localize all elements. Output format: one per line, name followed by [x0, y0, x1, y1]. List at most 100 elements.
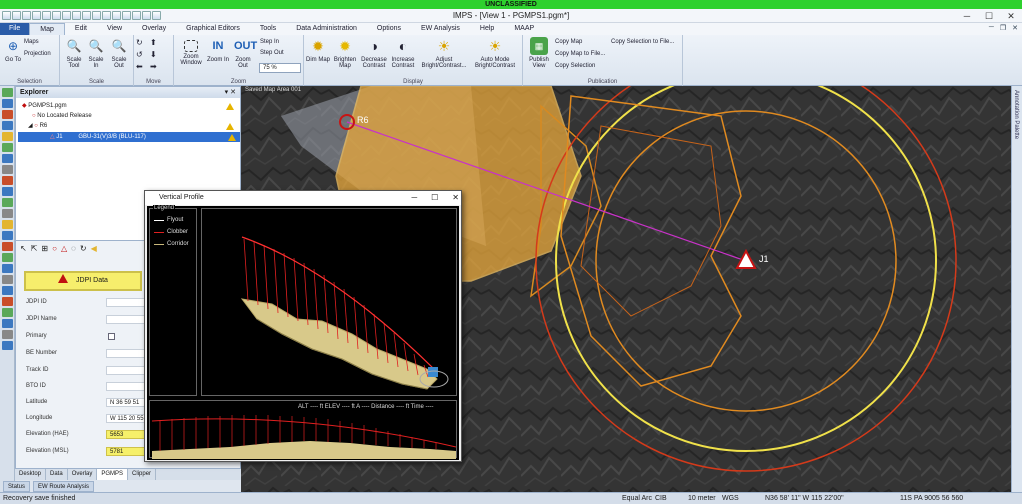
pan-up-icon[interactable]: ⬆ — [150, 38, 157, 47]
tab-overlay[interactable]: Overlay — [132, 23, 176, 35]
refresh-tool-icon[interactable]: ↻ — [80, 244, 87, 254]
grid-tool-icon[interactable] — [2, 99, 13, 108]
overlay-tool-icon[interactable] — [2, 264, 13, 273]
vp-close-button[interactable]: ✕ — [452, 191, 459, 205]
select-tool-icon[interactable]: ⇱ — [31, 244, 38, 254]
rotate-icon[interactable]: ↻ — [136, 38, 143, 47]
zoom-in-button[interactable]: IN Zoom In — [207, 37, 229, 63]
tree-item-r6[interactable]: ◢ ○ R6 — [28, 121, 238, 131]
pan-right-icon[interactable]: ➡ — [150, 62, 157, 71]
target-tool-icon[interactable] — [2, 187, 13, 196]
threat-tool-icon[interactable] — [2, 132, 13, 141]
zoom-level-select[interactable]: 75 % — [259, 63, 301, 73]
expand-icon[interactable]: ◢ — [28, 123, 33, 129]
mdi-restore-button[interactable]: ❐ — [1000, 24, 1006, 32]
tab-tools[interactable]: Tools — [250, 23, 286, 35]
tree-item-pgmps1[interactable]: ◆ PGMPS1.pgm — [22, 101, 238, 111]
check-tool-icon[interactable] — [2, 308, 13, 317]
adjust-bright-contrast-button[interactable]: ☀ Adjust Bright/Contrast... — [420, 37, 468, 69]
add-tool-icon[interactable]: ⊞ — [41, 244, 48, 254]
tab-ew-route-analysis[interactable]: EW Route Analysis — [33, 481, 95, 492]
pointer-tool-icon[interactable]: ↖ — [20, 244, 27, 254]
tab-desktop[interactable]: Desktop — [15, 469, 47, 480]
profile-3d-view[interactable] — [201, 208, 457, 396]
tree-item-j1[interactable]: △ J1 GBU-31(V)3/B (BLU-117) — [18, 132, 240, 142]
stop-tool-icon[interactable] — [2, 297, 13, 306]
settings-tool-icon[interactable] — [2, 275, 13, 284]
maps-button[interactable]: Maps — [24, 39, 39, 45]
export-tool-icon[interactable] — [2, 330, 13, 339]
decrease-contrast-button[interactable]: ◑ Decrease Contrast — [359, 37, 389, 69]
tab-status[interactable]: Status — [3, 481, 31, 492]
dim-map-button[interactable]: ✹ Dim Map — [306, 37, 330, 63]
map-tool-icon[interactable] — [2, 253, 13, 262]
mdi-close-button[interactable]: ✕ — [1012, 24, 1018, 32]
alert-tool-icon[interactable] — [2, 242, 13, 251]
projection-button[interactable]: Projection — [24, 51, 51, 57]
tab-pgmps[interactable]: PGMPS — [97, 469, 129, 480]
vp-maximize-button[interactable]: ☐ — [431, 191, 438, 205]
airfield-tool-icon[interactable] — [2, 198, 13, 207]
tab-view[interactable]: View — [97, 23, 132, 35]
zoom-window-button[interactable]: Zoom Window — [178, 37, 204, 66]
profile-2d-view[interactable]: ALT ---- ft ELEV ---- ft A ---- Distance… — [149, 400, 457, 459]
tab-edit[interactable]: Edit — [65, 23, 97, 35]
primary-checkbox[interactable] — [108, 333, 115, 340]
route-tool-icon[interactable] — [2, 110, 13, 119]
marker-tool-icon[interactable]: ◀ — [91, 244, 97, 254]
scale-in-button[interactable]: 🔍 Scale In — [86, 37, 106, 69]
circle-tool-icon[interactable]: ○ — [52, 244, 57, 254]
tab-overlay-panel[interactable]: Overlay — [68, 469, 98, 480]
triangle-tool-icon[interactable]: △ — [61, 244, 67, 254]
aircraft-tool-icon[interactable] — [2, 154, 13, 163]
link-tool-icon[interactable] — [2, 286, 13, 295]
tab-options[interactable]: Options — [367, 23, 411, 35]
tab-help[interactable]: Help — [470, 23, 504, 35]
increase-contrast-button[interactable]: ◐ Increase Contrast — [388, 37, 418, 69]
pan-down-icon[interactable]: ⬇ — [150, 50, 157, 59]
rotate-back-icon[interactable]: ↺ — [136, 50, 143, 59]
pan-left-icon[interactable]: ⬅ — [136, 62, 143, 71]
chart-tool-icon[interactable] — [2, 231, 13, 240]
publish-view-button[interactable]: ▦ Publish View — [527, 37, 551, 69]
tab-clipper[interactable]: Clipper — [128, 469, 157, 480]
step-in-button[interactable]: Step In — [260, 39, 279, 45]
measure-tool-icon[interactable] — [2, 165, 13, 174]
copy-selection-button[interactable]: Copy Selection — [555, 63, 595, 69]
tab-data-administration[interactable]: Data Administration — [286, 23, 367, 35]
weapon-tool-icon[interactable] — [2, 176, 13, 185]
text-tool-icon[interactable] — [2, 209, 13, 218]
step-out-button[interactable]: Step Out — [260, 50, 284, 56]
zoom-out-button[interactable]: OUT Zoom Out — [231, 37, 257, 69]
copy-map-button[interactable]: Copy Map — [555, 39, 582, 45]
import-tool-icon[interactable] — [2, 341, 13, 350]
auto-mode-button[interactable]: ☀ Auto Mode Bright/Contrast — [470, 37, 520, 69]
copy-selection-to-file-button[interactable]: Copy Selection to File... — [611, 39, 674, 45]
explorer-pin-button[interactable]: ▾ ✕ — [225, 88, 236, 96]
go-to-button[interactable]: ⊕ Go To — [3, 37, 23, 63]
lasso-tool-icon[interactable]: ◌ — [71, 244, 76, 254]
tab-data[interactable]: Data — [46, 469, 68, 480]
vp-minimize-button[interactable]: ─ — [411, 191, 417, 205]
tab-maap[interactable]: MAAP — [504, 23, 544, 35]
scale-out-button[interactable]: 🔍 Scale Out — [108, 37, 130, 69]
tab-ew-analysis[interactable]: EW Analysis — [411, 23, 470, 35]
mdi-minimize-button[interactable]: ─ — [989, 24, 994, 32]
tab-file[interactable]: File — [0, 23, 30, 35]
close-button[interactable]: ✕ — [1000, 9, 1022, 23]
waypoint-tool-icon[interactable] — [2, 121, 13, 130]
scale-tool-button[interactable]: 🔍 Scale Tool — [64, 37, 84, 69]
terrain-tool-icon[interactable] — [2, 143, 13, 152]
tab-map[interactable]: Map — [29, 23, 65, 35]
jdpi-data-button[interactable]: JDPI Data — [24, 271, 142, 291]
tab-graphical-editors[interactable]: Graphical Editors — [176, 23, 250, 35]
layer-tool-icon[interactable] — [2, 88, 13, 97]
brighten-map-button[interactable]: ✹ Brighten Map — [330, 37, 360, 69]
flag-tool-icon[interactable] — [2, 319, 13, 328]
tree-item-no-located-release[interactable]: ○ No Located Release — [32, 111, 238, 121]
minimize-button[interactable]: ─ — [956, 9, 978, 23]
copy-map-to-file-button[interactable]: Copy Map to File... — [555, 51, 605, 57]
annotation-palette-tab[interactable]: Annotation Palette — [1013, 90, 1019, 139]
maximize-button[interactable]: ☐ — [978, 9, 1000, 23]
pencil-tool-icon[interactable] — [2, 220, 13, 229]
